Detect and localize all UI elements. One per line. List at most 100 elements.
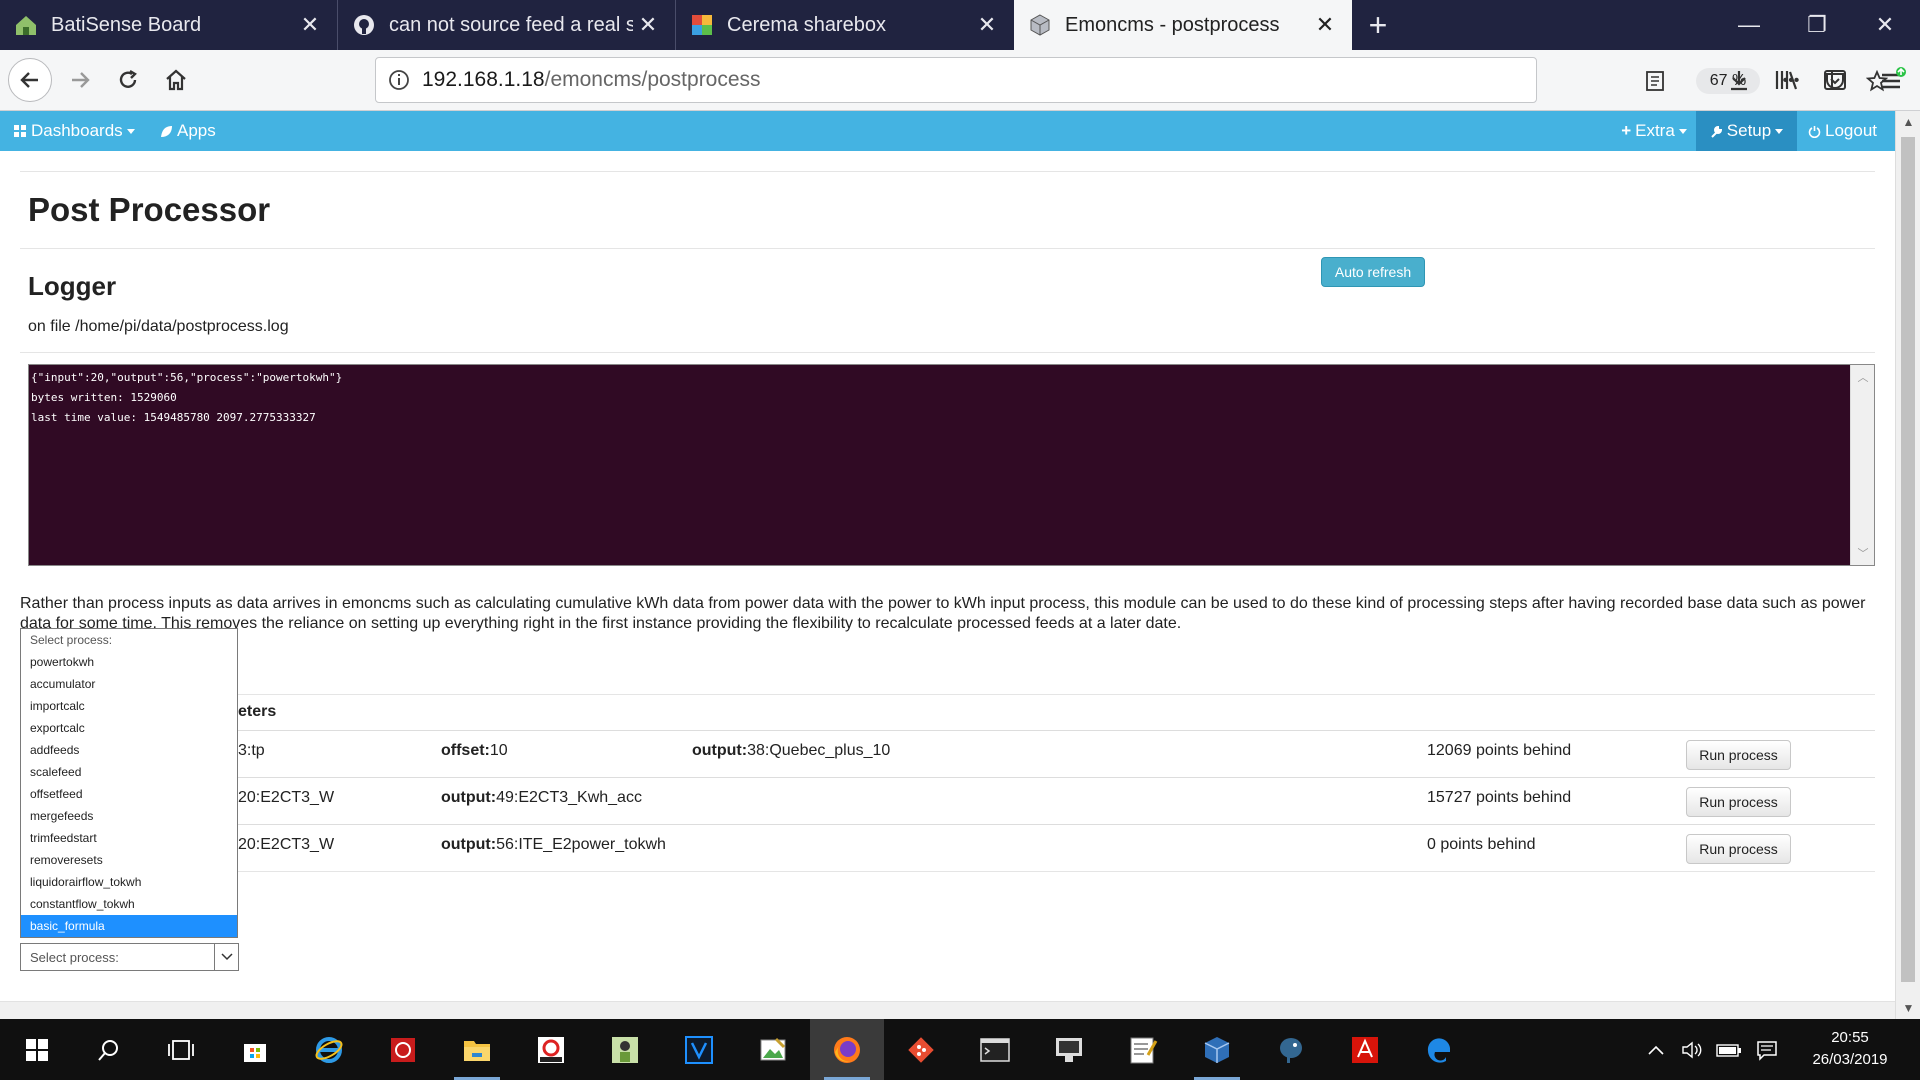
- taskbar-store[interactable]: [218, 1019, 292, 1080]
- nav-apps[interactable]: Apps: [160, 111, 216, 151]
- taskbar-eagle[interactable]: [514, 1019, 588, 1080]
- close-icon[interactable]: ✕: [295, 12, 325, 38]
- scroll-up-icon[interactable]: ︿: [1851, 367, 1875, 387]
- process-select[interactable]: Select process:: [20, 943, 239, 971]
- dropdown-option[interactable]: scalefeed: [21, 761, 237, 783]
- taskbar-terminal[interactable]: [958, 1019, 1032, 1080]
- taskbar-network[interactable]: [1032, 1019, 1106, 1080]
- network-icon: [1056, 1037, 1082, 1062]
- chevron-up-icon[interactable]: [1640, 1019, 1672, 1080]
- info-icon[interactable]: [376, 69, 422, 91]
- battery-icon[interactable]: [1712, 1019, 1746, 1080]
- chevron-down-icon[interactable]: [214, 944, 238, 970]
- dropdown-option[interactable]: exportcalc: [21, 717, 237, 739]
- library-icon[interactable]: [1770, 63, 1804, 97]
- volume-icon[interactable]: [1676, 1019, 1708, 1080]
- tab-batisense[interactable]: BatiSense Board ✕: [0, 0, 338, 50]
- close-icon[interactable]: ✕: [633, 12, 663, 38]
- taskbar-vim[interactable]: [662, 1019, 736, 1080]
- emoncms-navbar: Dashboards Apps + Extra Setup Logout: [0, 111, 1895, 151]
- dropdown-option-highlighted[interactable]: basic_formula: [21, 915, 237, 937]
- nav-dashboards[interactable]: Dashboards: [14, 111, 135, 151]
- app-icon: [612, 1036, 638, 1063]
- search-button[interactable]: [72, 1019, 146, 1080]
- dropdown-option[interactable]: importcalc: [21, 695, 237, 717]
- run-process-button[interactable]: Run process: [1686, 834, 1791, 864]
- reload-icon: [119, 69, 137, 88]
- menu-icon[interactable]: [1876, 63, 1910, 97]
- downloads-icon[interactable]: [1722, 63, 1756, 97]
- taskbar-ie[interactable]: [292, 1019, 366, 1080]
- restore-button[interactable]: ❐: [1782, 0, 1852, 50]
- minimize-button[interactable]: —: [1714, 0, 1784, 50]
- scroll-down-icon[interactable]: ﹀: [1851, 543, 1875, 563]
- taskbar-postgres[interactable]: [1254, 1019, 1328, 1080]
- log-scrollbar[interactable]: ︿ ﹀: [1850, 365, 1874, 565]
- close-icon[interactable]: ✕: [972, 12, 1002, 38]
- dropdown-option[interactable]: constantflow_tokwh: [21, 893, 237, 915]
- notifications-icon[interactable]: [1750, 1019, 1784, 1080]
- taskbar-firefox[interactable]: [810, 1019, 884, 1080]
- terminal-icon: [980, 1037, 1010, 1062]
- taskbar-git[interactable]: [884, 1019, 958, 1080]
- nav-extra[interactable]: + Extra: [1614, 111, 1694, 151]
- close-icon[interactable]: ✕: [1310, 12, 1340, 38]
- run-process-button[interactable]: Run process: [1686, 787, 1791, 817]
- dropdown-option[interactable]: liquidorairflow_tokwh: [21, 871, 237, 893]
- taskbar-app-green[interactable]: [588, 1019, 662, 1080]
- home-button[interactable]: [154, 58, 198, 102]
- window-close-button[interactable]: ✕: [1850, 0, 1920, 50]
- process-dropdown-list[interactable]: Select process: powertokwh accumulator i…: [20, 628, 238, 938]
- scroll-down-icon[interactable]: ▼: [1896, 997, 1920, 1019]
- taskbar-edge[interactable]: [1402, 1019, 1476, 1080]
- auto-refresh-button[interactable]: Auto refresh: [1321, 257, 1425, 287]
- tab-title: Emoncms - postprocess: [1065, 13, 1280, 36]
- cube-icon: [1027, 12, 1053, 38]
- scrollbar-thumb[interactable]: [1901, 137, 1915, 982]
- scroll-up-icon[interactable]: ▲: [1896, 111, 1920, 133]
- taskbar-image-editor[interactable]: [736, 1019, 810, 1080]
- tab-github[interactable]: can not source feed a real sens ✕: [338, 0, 676, 50]
- taskbar-virtualbox[interactable]: [1180, 1019, 1254, 1080]
- back-button[interactable]: [8, 58, 52, 102]
- log-output[interactable]: {"input":20,"output":56,"process":"power…: [28, 364, 1875, 566]
- page-scrollbar[interactable]: ▲ ▼: [1895, 111, 1920, 1019]
- run-process-button[interactable]: Run process: [1686, 740, 1791, 770]
- forward-button[interactable]: [58, 58, 102, 102]
- module-description: Rather than process inputs as data arriv…: [20, 595, 1866, 632]
- sidebar-icon[interactable]: [1818, 63, 1852, 97]
- taskbar-app-red[interactable]: [366, 1019, 440, 1080]
- dropdown-option[interactable]: mergefeeds: [21, 805, 237, 827]
- system-clock[interactable]: 20:55 26/03/2019: [1790, 1027, 1910, 1071]
- reader-view-icon[interactable]: [1640, 66, 1670, 96]
- url-text: 192.168.1.18/emoncms/postprocess: [422, 68, 761, 91]
- task-view-icon: [168, 1039, 194, 1060]
- taskbar-file-explorer[interactable]: [440, 1019, 514, 1080]
- dropdown-option[interactable]: powertokwh: [21, 651, 237, 673]
- dropdown-option[interactable]: Select process:: [21, 629, 237, 651]
- tab-cerema[interactable]: Cerema sharebox ✕: [676, 0, 1014, 50]
- nav-setup-label: Setup: [1726, 121, 1772, 140]
- dropdown-option[interactable]: trimfeedstart: [21, 827, 237, 849]
- new-tab-button[interactable]: +: [1358, 0, 1398, 50]
- tab-emoncms[interactable]: Emoncms - postprocess ✕: [1014, 0, 1352, 50]
- row-output: output:38:Quebec_plus_10: [692, 742, 891, 759]
- table-row: 3:tp offset:10 output:38:Quebec_plus_10 …: [20, 730, 1875, 776]
- start-button[interactable]: [0, 1019, 74, 1080]
- nav-logout[interactable]: Logout: [1808, 111, 1877, 151]
- dropdown-option[interactable]: accumulator: [21, 673, 237, 695]
- browser-toolbar: 192.168.1.18/emoncms/postprocess 67 % ••…: [0, 50, 1920, 111]
- dropdown-option[interactable]: removeresets: [21, 849, 237, 871]
- reload-button[interactable]: [106, 58, 150, 102]
- nav-setup[interactable]: Setup: [1696, 111, 1797, 151]
- git-icon: [908, 1036, 934, 1063]
- tab-title: Cerema sharebox: [727, 13, 886, 36]
- taskbar-notes[interactable]: [1106, 1019, 1180, 1080]
- row-output: output:56:ITE_E2power_tokwh: [441, 836, 666, 853]
- address-bar[interactable]: 192.168.1.18/emoncms/postprocess 67 % ••…: [375, 57, 1888, 103]
- windows-logo-icon: [26, 1038, 48, 1061]
- dropdown-option[interactable]: addfeeds: [21, 739, 237, 761]
- dropdown-option[interactable]: offsetfeed: [21, 783, 237, 805]
- taskbar-acrobat[interactable]: [1328, 1019, 1402, 1080]
- task-view-button[interactable]: [144, 1019, 218, 1080]
